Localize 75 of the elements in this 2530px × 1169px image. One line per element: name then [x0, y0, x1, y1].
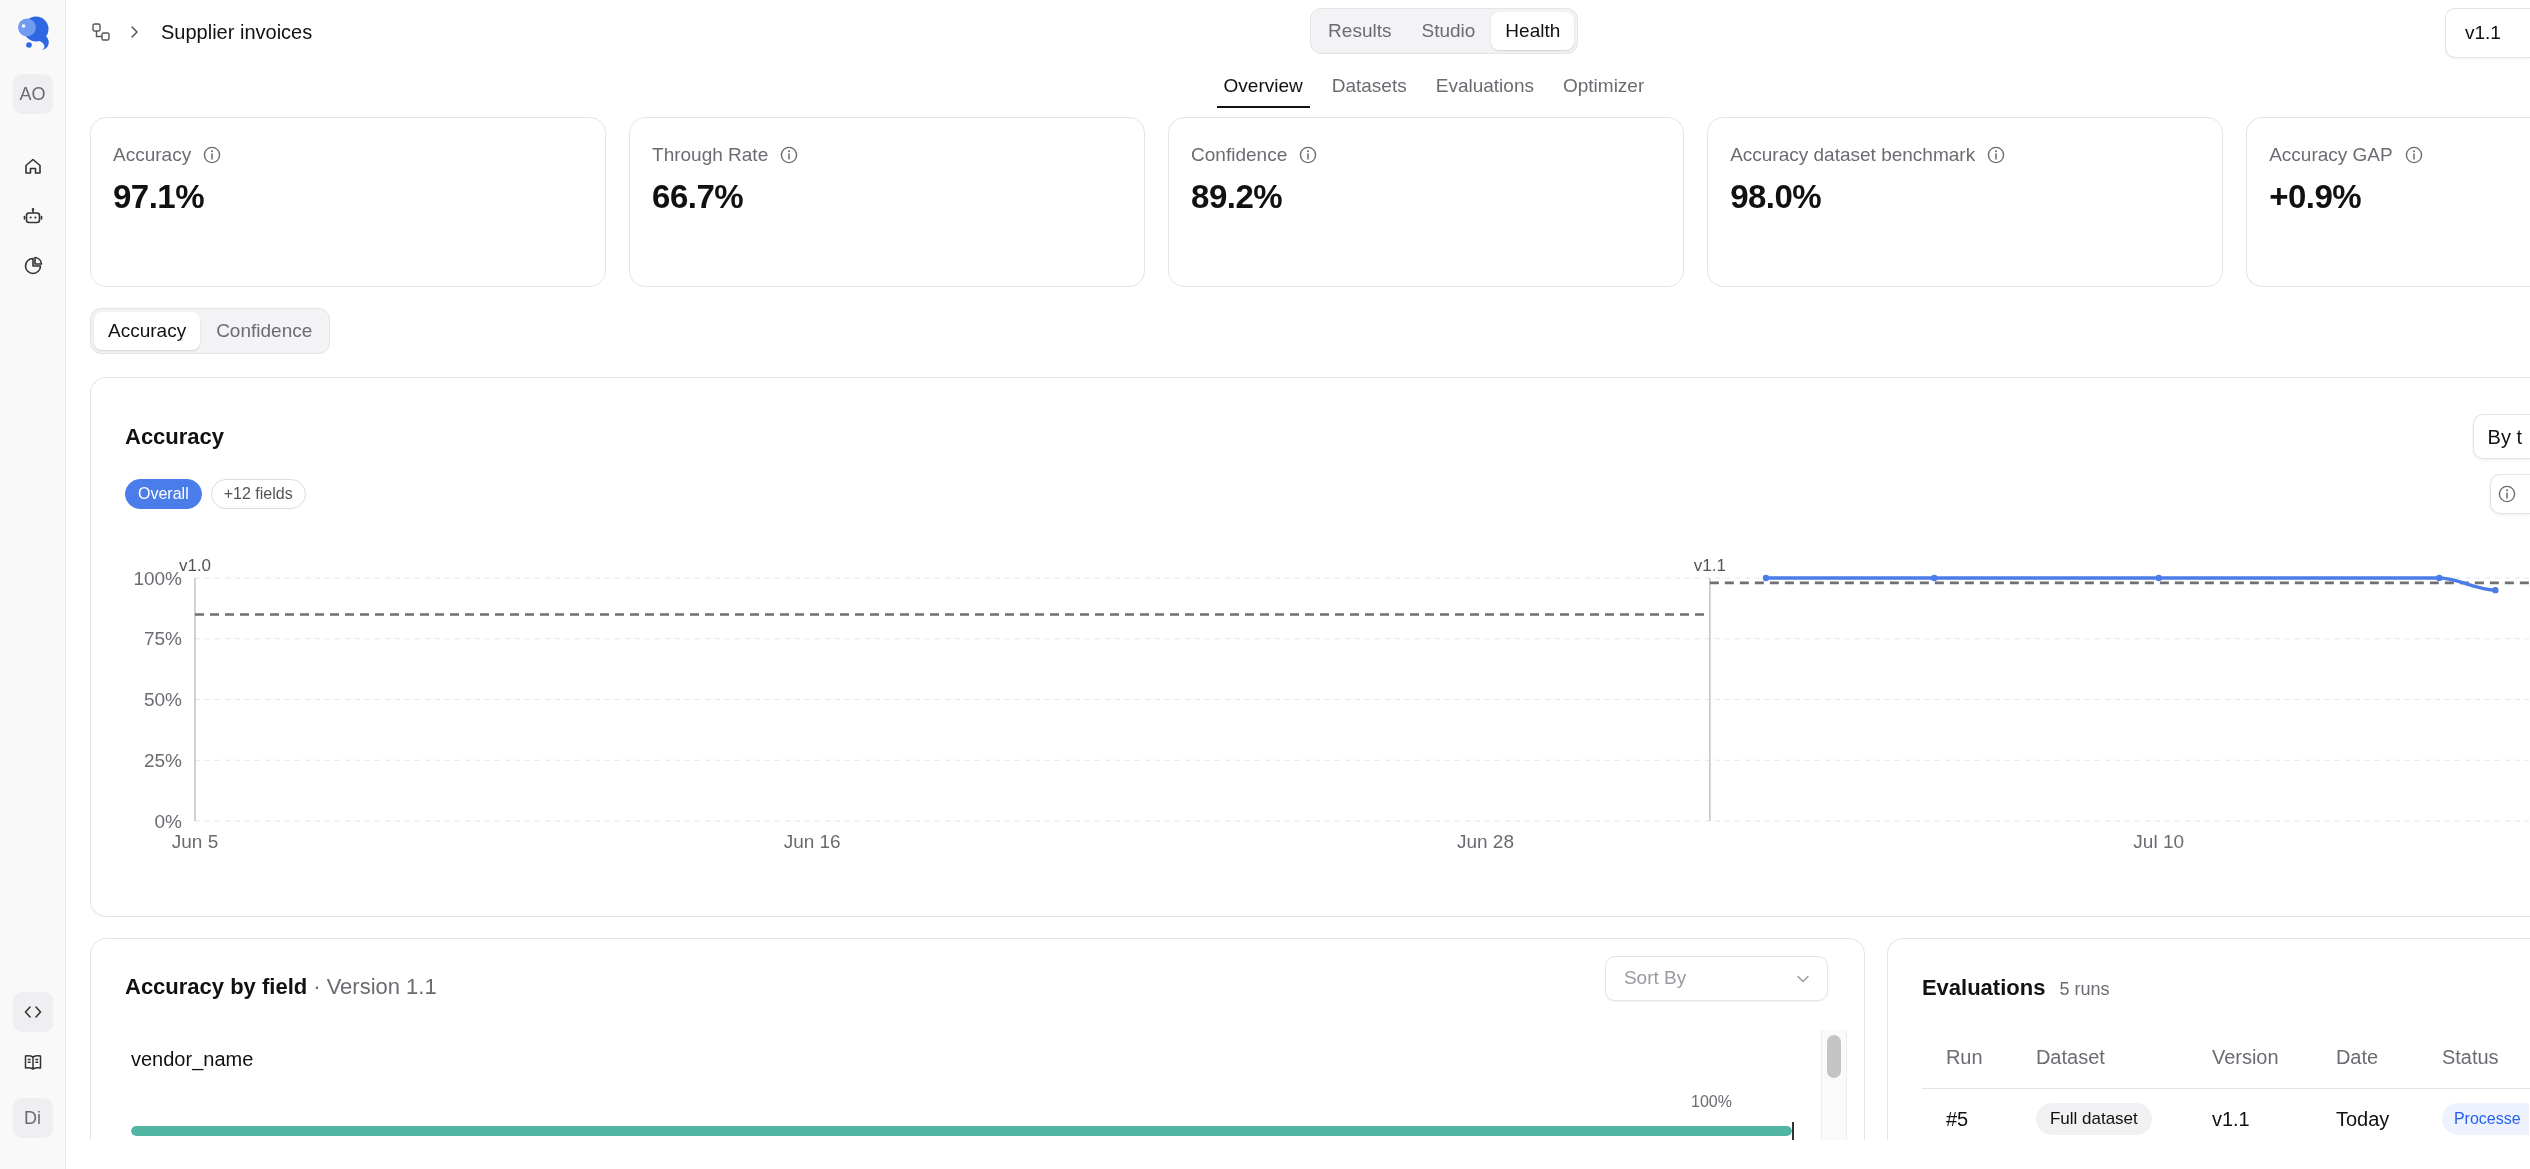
metric-value: 66.7%: [652, 177, 744, 217]
metric-value: 89.2%: [1191, 177, 1283, 217]
marker-icon: [1791, 1121, 1794, 1140]
section-subtitle: · Version 1.1: [313, 973, 437, 1001]
breadcrumb-title: Supplier invoices: [161, 19, 313, 44]
data-point: [2436, 574, 2443, 582]
tab[interactable]: Overview: [1216, 70, 1310, 108]
metric-label: Accuracy: [113, 143, 192, 167]
x-axis-label: Jun 5: [171, 831, 219, 852]
table-cell: #5: [1921, 1088, 2012, 1140]
info-icon: [203, 146, 222, 164]
scrollbar-thumb[interactable]: [1826, 1035, 1841, 1078]
info-icon: [780, 146, 799, 164]
robot-icon: [22, 206, 43, 226]
data-point: [1931, 574, 1938, 582]
y-axis-label: 50%: [143, 689, 182, 710]
chevron-right-icon: [130, 24, 140, 39]
workspace-avatar[interactable]: AO: [12, 74, 53, 114]
run-count: 5 runs: [2059, 978, 2110, 1001]
workflow-icon: [92, 22, 110, 41]
group-by-button[interactable]: By t: [2472, 414, 2530, 459]
data-point: [1762, 574, 1770, 582]
metric-value: 97.1%: [113, 177, 205, 217]
tab[interactable]: Datasets: [1324, 70, 1414, 108]
view-tab[interactable]: Results: [1314, 12, 1406, 50]
y-axis-label: 0%: [154, 810, 182, 832]
section-title: Evaluations: [1921, 974, 2046, 1002]
y-axis-label: 25%: [143, 749, 182, 771]
home-icon: [22, 156, 43, 176]
info-icon: [2498, 485, 2516, 503]
data-point: [2155, 574, 2162, 582]
filter-chip[interactable]: +12 fields: [210, 479, 306, 509]
table-cell: Today: [2311, 1088, 2418, 1140]
metric-label: Accuracy GAP: [2269, 143, 2393, 167]
column-header[interactable]: Status: [2417, 1025, 2530, 1089]
filter-chip[interactable]: Overall: [125, 479, 202, 509]
metric-label: Through Rate: [652, 143, 769, 167]
metric-label: Accuracy dataset benchmark: [1730, 143, 1976, 167]
book-icon: [22, 1052, 43, 1072]
status-tag: Processe: [2441, 1103, 2529, 1135]
toggle-tab[interactable]: Accuracy: [94, 312, 201, 350]
pie-chart-icon: [22, 256, 43, 276]
field-reading: 100%: [1691, 1091, 1732, 1112]
section-title: Accuracy by field: [125, 973, 308, 1001]
info-icon: [1987, 146, 2006, 164]
tab[interactable]: Optimizer: [1555, 70, 1652, 108]
chart-title: Accuracy: [125, 422, 225, 451]
sort-select[interactable]: Sort By: [1604, 956, 1828, 1001]
metric-value: 98.0%: [1730, 177, 1822, 217]
column-header[interactable]: Run: [1921, 1025, 2012, 1089]
toggle-tab[interactable]: Confidence: [202, 312, 327, 350]
field-name: vendor_name: [131, 1047, 254, 1071]
column-header[interactable]: Date: [2311, 1025, 2418, 1089]
info-button[interactable]: [2490, 474, 2530, 514]
view-tab[interactable]: Health: [1491, 12, 1575, 50]
column-header[interactable]: Dataset: [2011, 1025, 2188, 1089]
metric-value: +0.9%: [2269, 177, 2362, 217]
info-icon: [2404, 146, 2423, 164]
column-header[interactable]: Version: [2187, 1025, 2312, 1089]
tab[interactable]: Evaluations: [1428, 70, 1541, 108]
metric-label: Confidence: [1191, 143, 1288, 167]
version-select[interactable]: v1.1: [2445, 8, 2530, 58]
user-avatar[interactable]: Di: [12, 1098, 53, 1138]
info-icon: [1299, 146, 1318, 164]
dataset-tag: Full dataset: [2035, 1103, 2152, 1135]
x-axis-label: Jun 28: [1456, 831, 1514, 852]
y-axis-label: 75%: [143, 628, 182, 650]
x-axis-label: Jul 10: [2133, 831, 2185, 852]
table-cell: v1.1: [2187, 1088, 2312, 1140]
x-axis-label: Jun 16: [783, 831, 841, 852]
data-point: [2492, 586, 2499, 594]
scrollbar[interactable]: [1820, 1030, 1847, 1140]
version-label: v1.1: [1693, 556, 1726, 575]
code-button[interactable]: [12, 992, 53, 1032]
view-tab[interactable]: Studio: [1407, 12, 1490, 50]
